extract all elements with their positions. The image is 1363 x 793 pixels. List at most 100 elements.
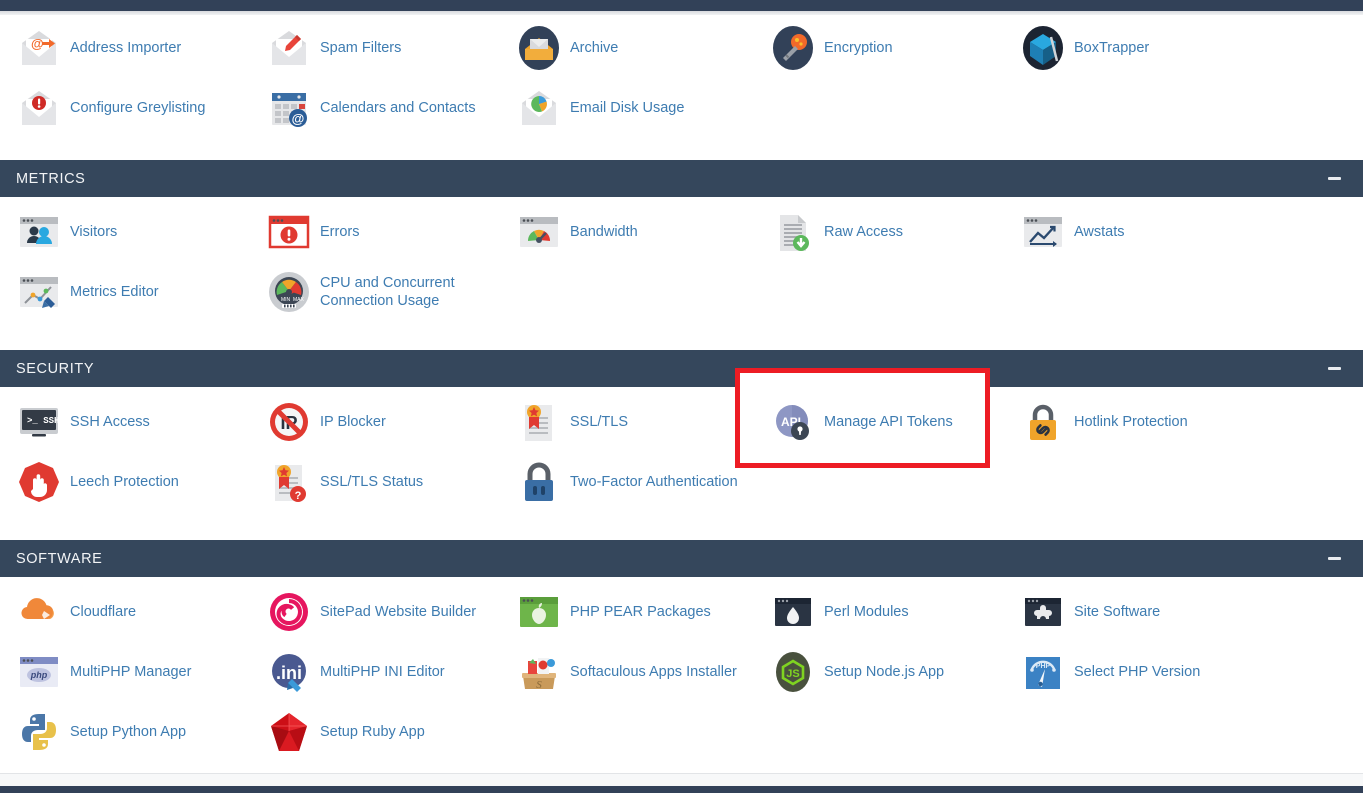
- app-item-label: Select PHP Version: [1074, 663, 1200, 681]
- app-item-metrics-editor[interactable]: Metrics Editor: [16, 268, 159, 316]
- app-item-cloudflare[interactable]: Cloudflare: [16, 588, 136, 636]
- select-php-icon: PHP: [1020, 649, 1066, 695]
- app-item-manage-api-tokens-overlay[interactable]: API Manage API Tokens: [770, 398, 953, 446]
- section-title-metrics: METRICS: [16, 171, 85, 187]
- app-item-setup-python-app[interactable]: Setup Python App: [16, 708, 186, 756]
- app-item-calendars-and-contacts[interactable]: @ Calendars and Contacts: [266, 84, 476, 132]
- app-item-raw-access[interactable]: Raw Access: [770, 208, 903, 256]
- site-software-icon: [1020, 589, 1066, 635]
- svg-text:MAX: MAX: [293, 297, 305, 303]
- app-item-perl-modules[interactable]: Perl Modules: [770, 588, 909, 636]
- app-item-site-software[interactable]: Site Software: [1020, 588, 1160, 636]
- cpanel-page: @Address ImporterSpam FiltersArchiveEncr…: [0, 0, 1363, 793]
- app-item-label: Setup Ruby App: [320, 723, 425, 741]
- api-tokens-icon: API: [770, 399, 816, 445]
- app-item-label: BoxTrapper: [1074, 39, 1149, 57]
- app-item-label: Leech Protection: [70, 473, 179, 491]
- section-header-metrics[interactable]: METRICS: [0, 160, 1363, 197]
- section-header-software[interactable]: SOFTWARE: [0, 540, 1363, 577]
- ruby-icon: [266, 709, 312, 755]
- svg-text:php: php: [30, 670, 48, 680]
- app-item-setup-node-js-app[interactable]: JSSetup Node.js App: [770, 648, 944, 696]
- cpu-usage-icon: MINMAX: [266, 269, 312, 315]
- perl-modules-icon: [770, 589, 816, 635]
- boxtrapper-icon: [1020, 25, 1066, 71]
- app-item-configure-greylisting[interactable]: Configure Greylisting: [16, 84, 205, 132]
- app-item-ssl-tls[interactable]: SSL/TLS: [516, 398, 628, 446]
- app-item-ssh-access[interactable]: >_ SSHSSH Access: [16, 398, 150, 446]
- cloudflare-icon: [16, 589, 62, 635]
- ip-blocker-icon: IP: [266, 399, 312, 445]
- multiphp-manager-icon: php: [16, 649, 62, 695]
- app-item-ssl-tls-status[interactable]: ? SSL/TLS Status: [266, 458, 423, 506]
- leech-protection-icon: [16, 459, 62, 505]
- app-item-leech-protection[interactable]: Leech Protection: [16, 458, 179, 506]
- app-item-setup-ruby-app[interactable]: Setup Ruby App: [266, 708, 425, 756]
- svg-text:>_ SSH: >_ SSH: [27, 416, 59, 426]
- app-item-label: Awstats: [1074, 223, 1125, 241]
- app-item-softaculous-apps-installer[interactable]: SSoftaculous Apps Installer: [516, 648, 737, 696]
- svg-text:@: @: [292, 111, 305, 126]
- raw-access-icon: [770, 209, 816, 255]
- app-item-label: MultiPHP Manager: [70, 663, 191, 681]
- archive-icon: [516, 25, 562, 71]
- top-chrome-bar: [0, 0, 1363, 11]
- app-item-label: SitePad Website Builder: [320, 603, 476, 621]
- app-item-label: Cloudflare: [70, 603, 136, 621]
- app-item-cpu-and-concurrent-connection-usage[interactable]: MINMAXCPU and Concurrent Connection Usag…: [266, 268, 455, 316]
- app-item-label: CPU and Concurrent Connection Usage: [320, 274, 455, 310]
- awstats-icon: [1020, 209, 1066, 255]
- encryption-icon: [770, 25, 816, 71]
- app-item-ip-blocker[interactable]: IPIP Blocker: [266, 398, 386, 446]
- app-item-label: Two-Factor Authentication: [570, 473, 738, 491]
- ssh-access-icon: >_ SSH: [16, 399, 62, 445]
- greylisting-icon: [16, 85, 62, 131]
- app-item-label: Archive: [570, 39, 618, 57]
- collapse-section-icon[interactable]: [1328, 367, 1341, 370]
- app-item-email-disk-usage[interactable]: Email Disk Usage: [516, 84, 684, 132]
- hotlink-protection-icon: [1020, 399, 1066, 445]
- app-item-encryption[interactable]: Encryption: [770, 24, 893, 72]
- app-item-errors[interactable]: Errors: [266, 208, 359, 256]
- app-item-label: Bandwidth: [570, 223, 638, 241]
- app-item-label: Raw Access: [824, 223, 903, 241]
- app-item-label: Encryption: [824, 39, 893, 57]
- app-item-label: Spam Filters: [320, 39, 401, 57]
- app-item-archive[interactable]: Archive: [516, 24, 618, 72]
- collapse-section-icon[interactable]: [1328, 177, 1341, 180]
- spam-filters-icon: [266, 25, 312, 71]
- svg-text:PHP: PHP: [1036, 663, 1051, 670]
- app-item-label: SSL/TLS Status: [320, 473, 423, 491]
- app-item-multiphp-ini-editor[interactable]: .iniMultiPHP INI Editor: [266, 648, 445, 696]
- calendars-contacts-icon: @: [266, 85, 312, 131]
- section-header-security[interactable]: SECURITY: [0, 350, 1363, 387]
- app-item-boxtrapper[interactable]: BoxTrapper: [1020, 24, 1149, 72]
- app-item-label: Site Software: [1074, 603, 1160, 621]
- svg-text:S: S: [536, 679, 542, 691]
- python-icon: [16, 709, 62, 755]
- sitepad-icon: [266, 589, 312, 635]
- app-item-awstats[interactable]: Awstats: [1020, 208, 1125, 256]
- app-item-multiphp-manager[interactable]: php MultiPHP Manager: [16, 648, 191, 696]
- svg-text:?: ?: [295, 490, 302, 502]
- bandwidth-icon: [516, 209, 562, 255]
- app-item-label: Manage API Tokens: [824, 413, 953, 431]
- app-item-label: SSL/TLS: [570, 413, 628, 431]
- app-item-visitors[interactable]: Visitors: [16, 208, 117, 256]
- app-item-two-factor-authentication[interactable]: Two-Factor Authentication: [516, 458, 738, 506]
- app-item-select-php-version[interactable]: PHP Select PHP Version: [1020, 648, 1200, 696]
- app-item-spam-filters[interactable]: Spam Filters: [266, 24, 401, 72]
- collapse-section-icon[interactable]: [1328, 557, 1341, 560]
- app-item-label: Metrics Editor: [70, 283, 159, 301]
- visitors-icon: [16, 209, 62, 255]
- app-item-sitepad-website-builder[interactable]: SitePad Website Builder: [266, 588, 476, 636]
- app-item-label: Calendars and Contacts: [320, 99, 476, 117]
- app-item-hotlink-protection[interactable]: Hotlink Protection: [1020, 398, 1188, 446]
- app-item-label: Configure Greylisting: [70, 99, 205, 117]
- app-item-bandwidth[interactable]: Bandwidth: [516, 208, 638, 256]
- softaculous-icon: S: [516, 649, 562, 695]
- svg-text:JS: JS: [786, 668, 799, 680]
- app-item-label: Address Importer: [70, 39, 181, 57]
- app-item-address-importer[interactable]: @Address Importer: [16, 24, 181, 72]
- app-item-php-pear-packages[interactable]: PHP PEAR Packages: [516, 588, 711, 636]
